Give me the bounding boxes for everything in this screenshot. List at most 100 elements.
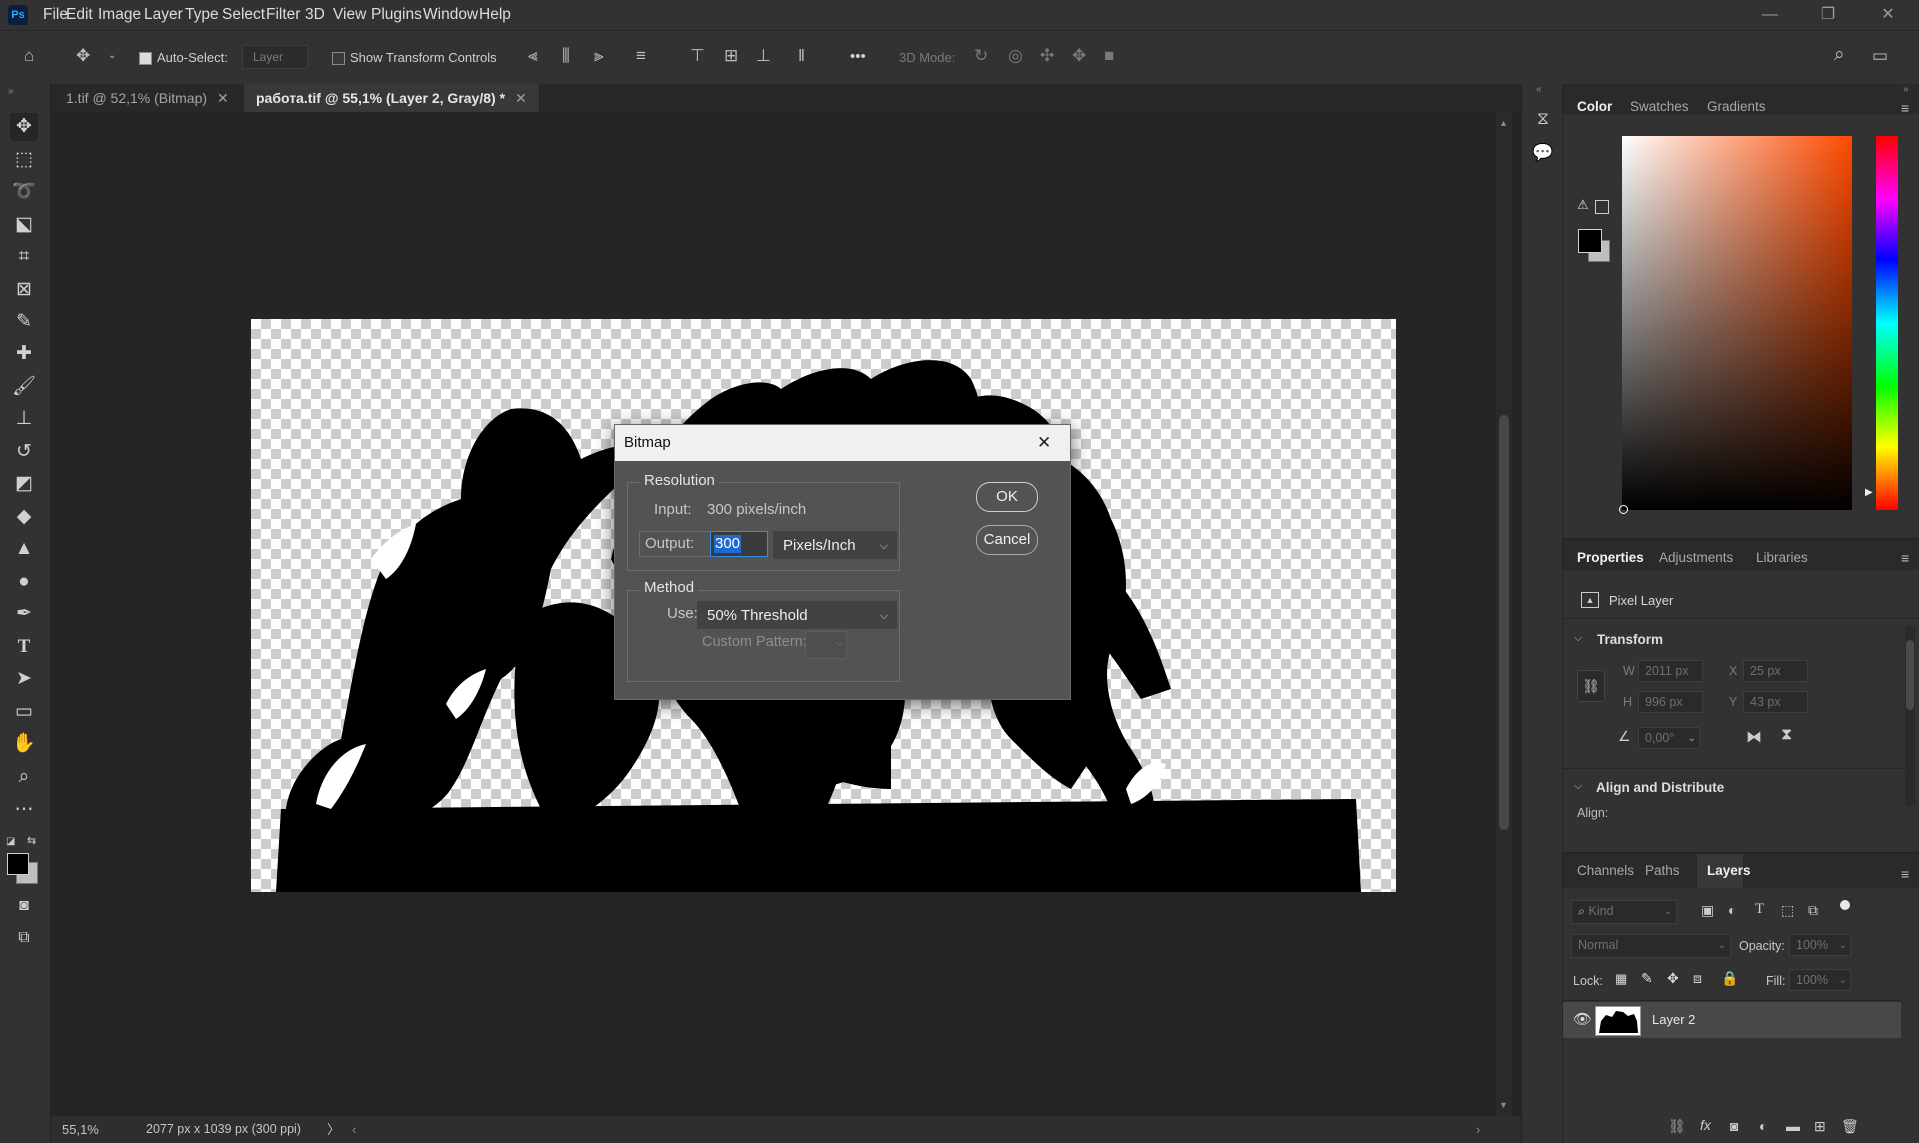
close-icon[interactable]: ✕ xyxy=(1037,425,1051,461)
search-icon[interactable]: ⌕ xyxy=(1834,45,1845,65)
quick-mask-icon[interactable]: ◙ xyxy=(10,892,38,920)
color-field[interactable] xyxy=(1622,136,1852,510)
align-section-title[interactable]: Align and Distribute xyxy=(1596,780,1724,795)
width-field[interactable]: 2011 px xyxy=(1638,660,1703,682)
history-panel-icon[interactable]: ⧖ xyxy=(1530,106,1556,132)
rectangle-tool-icon[interactable]: ▭ xyxy=(10,698,38,726)
default-colors-icon[interactable]: ◪ xyxy=(6,836,15,847)
eraser-tool-icon[interactable]: ◩ xyxy=(10,470,38,498)
new-group-icon[interactable]: ▬ xyxy=(1786,1118,1800,1134)
menu-edit[interactable]: Edit xyxy=(66,0,93,30)
menu-window[interactable]: Window xyxy=(423,0,478,30)
eyedropper-tool-icon[interactable]: ✎ xyxy=(10,308,38,336)
menu-layer[interactable]: Layer xyxy=(144,0,183,30)
scroll-down-icon[interactable]: ▼ xyxy=(1499,1100,1508,1110)
minimize-button[interactable]: — xyxy=(1750,0,1790,30)
panel-menu-icon[interactable]: ≡ xyxy=(1901,550,1909,566)
panel-menu-icon[interactable]: ≡ xyxy=(1901,100,1909,116)
angle-field[interactable]: 0,00° ⌄ xyxy=(1638,727,1700,749)
tab-paths[interactable]: Paths xyxy=(1645,856,1680,886)
blend-mode-dropdown[interactable]: Normal ⌄ xyxy=(1571,934,1731,958)
object-selection-tool-icon[interactable]: ⬕ xyxy=(10,211,38,239)
layer-row[interactable]: 👁 Layer 2 xyxy=(1563,1002,1901,1038)
ok-button[interactable]: OK xyxy=(976,482,1038,512)
align-right-icon[interactable]: ⫸ xyxy=(594,46,604,66)
vertical-scroll-thumb[interactable] xyxy=(1499,415,1509,830)
properties-scroll-thumb[interactable] xyxy=(1906,640,1914,710)
move-tool-icon[interactable]: ✥ xyxy=(76,46,90,66)
dodge-tool-icon[interactable]: ● xyxy=(10,568,38,596)
restore-button[interactable]: ❐ xyxy=(1808,0,1848,30)
gamut-warning-icon[interactable]: ⚠ xyxy=(1577,197,1589,213)
menu-select[interactable]: Select xyxy=(222,0,265,30)
scroll-right-icon[interactable]: › xyxy=(1476,1116,1480,1143)
lock-position-icon[interactable]: ✥ xyxy=(1667,970,1679,987)
y-field[interactable]: 43 px xyxy=(1743,691,1808,713)
link-layers-icon[interactable]: ⛓ xyxy=(1668,1118,1686,1135)
filter-type-icon[interactable]: T xyxy=(1755,901,1764,918)
status-menu-arrow[interactable]: 〉 xyxy=(327,1116,340,1143)
lasso-tool-icon[interactable]: ➰ xyxy=(10,178,38,206)
menu-filter[interactable]: Filter xyxy=(266,0,300,30)
custom-pattern-picker[interactable]: ⌵ xyxy=(805,631,847,659)
add-mask-icon[interactable]: ◙ xyxy=(1730,1118,1738,1134)
menu-file[interactable]: File xyxy=(43,0,68,30)
foreground-color-swatch[interactable] xyxy=(1578,229,1602,253)
workspace-icon[interactable]: ▭ xyxy=(1872,46,1888,66)
collapse-icon[interactable]: « xyxy=(1536,84,1542,95)
align-middle-icon[interactable]: ⊞ xyxy=(724,46,738,66)
opacity-field[interactable]: 100% ⌄ xyxy=(1789,934,1851,956)
tab-swatches[interactable]: Swatches xyxy=(1630,92,1689,122)
distribute-icon[interactable]: ≡ xyxy=(636,46,646,66)
chevron-down-icon[interactable]: ⌄ xyxy=(108,46,116,66)
pan-3d-icon[interactable]: ✣ xyxy=(1040,46,1054,66)
filter-toggle-icon[interactable] xyxy=(1840,900,1850,910)
new-layer-icon[interactable]: ⊞ xyxy=(1814,1118,1826,1135)
chevron-down-icon[interactable]: ⌵ xyxy=(1574,780,1582,793)
scroll-left-icon[interactable]: ‹ xyxy=(352,1116,356,1143)
method-dropdown[interactable]: 50% Threshold ⌵ xyxy=(697,601,897,629)
output-unit-dropdown[interactable]: Pixels/Inch ⌵ xyxy=(773,531,897,559)
output-resolution-input[interactable]: 300 xyxy=(710,531,768,557)
auto-select-checkbox[interactable] xyxy=(139,52,152,65)
color-picker-handle[interactable] xyxy=(1619,505,1628,514)
tab-document-2[interactable]: работа.tif @ 55,1% (Layer 2, Gray/8) * ✕ xyxy=(244,84,539,112)
chevron-down-icon[interactable]: ⌵ xyxy=(1574,632,1582,645)
home-icon[interactable]: ⌂ xyxy=(24,46,34,66)
filter-shape-icon[interactable]: ⬚ xyxy=(1781,902,1794,919)
tab-gradients[interactable]: Gradients xyxy=(1707,92,1766,122)
swap-colors-icon[interactable]: ⇆ xyxy=(27,834,36,847)
zoom-level[interactable]: 55,1% xyxy=(62,1116,99,1143)
menu-type[interactable]: Type xyxy=(185,0,219,30)
pen-tool-icon[interactable]: ✒ xyxy=(10,600,38,628)
close-tab-icon[interactable]: ✕ xyxy=(515,90,527,106)
filter-pixel-icon[interactable]: ▣ xyxy=(1701,902,1714,919)
type-tool-icon[interactable]: T xyxy=(10,633,38,661)
hue-slider-handle[interactable]: ▶ xyxy=(1865,487,1873,498)
healing-brush-tool-icon[interactable]: ✚ xyxy=(10,340,38,368)
lock-all-icon[interactable]: 🔒 xyxy=(1721,970,1738,987)
fill-field[interactable]: 100% ⌄ xyxy=(1789,969,1851,991)
show-transform-checkbox[interactable] xyxy=(332,52,345,65)
close-window-button[interactable]: ✕ xyxy=(1868,0,1908,30)
foreground-color-swatch[interactable] xyxy=(7,853,29,875)
comments-panel-icon[interactable]: 💬 xyxy=(1530,140,1556,166)
sharpen-tool-icon[interactable]: ▲ xyxy=(10,535,38,563)
x-field[interactable]: 25 px xyxy=(1743,660,1808,682)
tab-document-1[interactable]: 1.tif @ 52,1% (Bitmap) ✕ xyxy=(54,84,241,112)
path-selection-tool-icon[interactable]: ➤ xyxy=(10,665,38,693)
align-bottom-icon[interactable]: ⊥ xyxy=(756,46,771,66)
tab-libraries[interactable]: Libraries xyxy=(1756,543,1808,573)
menu-image[interactable]: Image xyxy=(98,0,141,30)
paint-bucket-tool-icon[interactable]: ◆ xyxy=(10,503,38,531)
menu-plugins[interactable]: Plugins xyxy=(371,0,422,30)
move-tool-icon[interactable]: ✥ xyxy=(10,113,38,141)
menu-view[interactable]: View xyxy=(333,0,366,30)
hand-tool-icon[interactable]: ✋ xyxy=(10,730,38,758)
delete-layer-icon[interactable]: 🗑 xyxy=(1841,1118,1859,1135)
scale-3d-icon[interactable]: ■ xyxy=(1104,46,1114,66)
align-top-icon[interactable]: ⊤ xyxy=(690,46,705,66)
close-tab-icon[interactable]: ✕ xyxy=(217,90,229,106)
flip-horizontal-icon[interactable]: ⧓ xyxy=(1746,727,1762,747)
layer-style-icon[interactable]: fx xyxy=(1700,1117,1711,1133)
